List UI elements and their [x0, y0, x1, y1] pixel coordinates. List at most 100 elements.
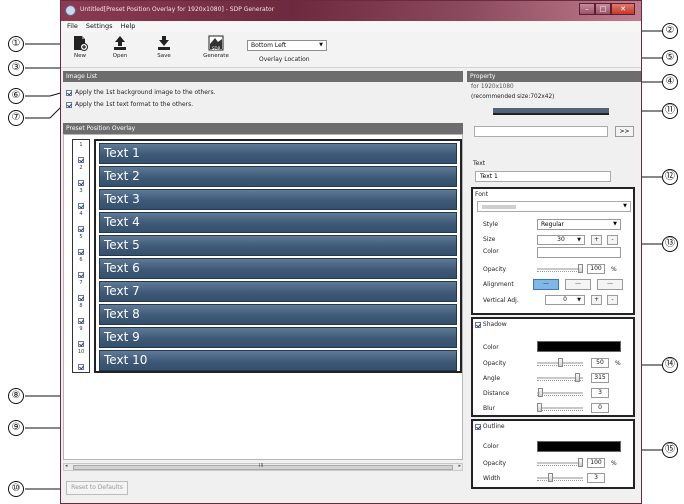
apply-background-option[interactable]: Apply the 1st background image to the ot…: [66, 89, 216, 96]
shadow-distance-slider[interactable]: [537, 388, 583, 398]
open-button[interactable]: Open: [103, 35, 137, 67]
text-overlay-row-2[interactable]: Text 2: [99, 166, 457, 187]
apply-text-format-checkbox[interactable]: [66, 101, 72, 108]
image-path-field[interactable]: [474, 126, 608, 137]
apply-background-checkbox[interactable]: [66, 89, 72, 96]
text-overlay-row-6[interactable]: Text 6: [99, 258, 457, 279]
maximize-button[interactable]: □: [595, 3, 611, 15]
outline-width-value[interactable]: 3: [587, 473, 605, 483]
shadow-angle-value[interactable]: 315: [591, 373, 609, 383]
minimize-button[interactable]: –: [579, 3, 595, 15]
outline-opacity-slider[interactable]: [537, 458, 583, 468]
browse-button[interactable]: >>: [615, 126, 634, 137]
row-check[interactable]: [78, 271, 84, 278]
vertical-adj-plus-button[interactable]: +: [591, 295, 602, 305]
row-checkbox-8[interactable]: 8: [75, 303, 87, 324]
font-size-select[interactable]: 30 ▼: [537, 235, 585, 245]
font-size-minus-button[interactable]: -: [607, 235, 618, 245]
row-check[interactable]: [78, 179, 84, 186]
font-family-select[interactable]: ▼: [477, 201, 631, 212]
row-check[interactable]: [78, 294, 84, 301]
row-checkbox-5[interactable]: 5: [75, 234, 87, 255]
target-resolution: for 1920x1080: [471, 84, 514, 90]
align-left-button[interactable]: ---: [533, 279, 559, 290]
shadow-checkbox[interactable]: [475, 321, 481, 328]
row-checkbox-6[interactable]: 6: [75, 257, 87, 278]
menu-help[interactable]: Help: [121, 21, 136, 32]
text-overlay-row-9[interactable]: Text 9: [99, 327, 457, 348]
horizontal-scrollbar[interactable]: ◂ III ▸: [63, 463, 463, 471]
text-overlay-row-3[interactable]: Text 3: [99, 189, 457, 210]
row-check[interactable]: [78, 363, 84, 370]
row-checkbox-9[interactable]: 9: [75, 326, 87, 347]
font-size-plus-button[interactable]: +: [591, 235, 602, 245]
title-bar[interactable]: Untitled[Preset Position Overlay for 192…: [61, 1, 641, 21]
save-button[interactable]: Save: [147, 35, 181, 67]
font-style-select[interactable]: Regular ▼: [537, 219, 621, 230]
outline-width-slider[interactable]: [537, 473, 583, 483]
outline-toggle[interactable]: Outline: [475, 423, 505, 430]
text-overlay-row-8[interactable]: Text 8: [99, 304, 457, 325]
slider-knob[interactable]: [538, 388, 543, 397]
row-number: 8: [79, 303, 83, 309]
shadow-distance-value[interactable]: 3: [591, 388, 609, 398]
font-opacity-value[interactable]: 100: [587, 264, 605, 274]
shadow-blur-slider[interactable]: [537, 403, 583, 413]
scroll-left-icon[interactable]: ◂: [65, 463, 68, 469]
slider-knob[interactable]: [575, 373, 580, 382]
outline-checkbox[interactable]: [475, 423, 481, 430]
outline-color-swatch[interactable]: [537, 441, 621, 452]
shadow-color-label: Color: [483, 344, 499, 351]
menu-settings[interactable]: Settings: [86, 21, 113, 32]
text-input[interactable]: Text 1: [475, 171, 611, 182]
text-overlay-row-10[interactable]: Text 10: [99, 350, 457, 371]
slider-knob[interactable]: [537, 403, 542, 412]
shadow-angle-slider[interactable]: [537, 373, 583, 383]
row-checkbox-10[interactable]: 10: [75, 349, 87, 370]
shadow-blur-value[interactable]: 0: [591, 403, 609, 413]
font-color-swatch[interactable]: [537, 247, 621, 258]
row-check[interactable]: [78, 225, 84, 232]
callout-1: ①: [8, 36, 24, 52]
new-button[interactable]: New: [63, 35, 97, 67]
shadow-opacity-value[interactable]: 50: [591, 358, 609, 368]
align-center-button[interactable]: ---: [565, 279, 591, 290]
text-overlay-row-5[interactable]: Text 5: [99, 235, 457, 256]
slider-knob[interactable]: [558, 358, 563, 367]
row-checkbox-1[interactable]: 1: [75, 142, 87, 163]
callout-9: ⑨: [8, 420, 24, 436]
slider-knob[interactable]: [578, 458, 583, 467]
align-right-button[interactable]: ---: [597, 279, 623, 290]
row-check[interactable]: [78, 340, 84, 347]
row-check[interactable]: [78, 317, 84, 324]
outline-opacity-value[interactable]: 100: [587, 458, 605, 468]
row-check[interactable]: [78, 248, 84, 255]
row-checkbox-3[interactable]: 3: [75, 188, 87, 209]
vertical-adj-select[interactable]: 0 ▼: [545, 295, 585, 305]
menu-file[interactable]: File: [67, 21, 78, 32]
slider-ticks: [537, 465, 583, 467]
generate-button[interactable]: SDP Generate: [196, 35, 236, 67]
slider-knob[interactable]: [578, 264, 583, 273]
reset-to-defaults-button[interactable]: Reset to Defaults: [66, 481, 128, 495]
shadow-color-swatch[interactable]: [537, 341, 621, 352]
row-checkbox-2[interactable]: 2: [75, 165, 87, 186]
text-overlay-row-1[interactable]: Text 1: [99, 143, 457, 164]
text-overlay-row-4[interactable]: Text 4: [99, 212, 457, 233]
font-opacity-slider[interactable]: [537, 264, 583, 274]
style-label: Style: [483, 221, 499, 228]
row-check[interactable]: [78, 202, 84, 209]
slider-knob[interactable]: [548, 473, 553, 482]
shadow-opacity-slider[interactable]: [537, 358, 583, 368]
vertical-adj-minus-button[interactable]: -: [607, 295, 618, 305]
shadow-toggle[interactable]: Shadow: [475, 321, 507, 328]
overlay-location-select[interactable]: Bottom Left ▼: [247, 40, 327, 51]
apply-text-format-option[interactable]: Apply the 1st text format to the others.: [66, 101, 193, 108]
row-checkbox-7[interactable]: 7: [75, 280, 87, 301]
callout-2: ②: [662, 23, 678, 39]
row-checkbox-4[interactable]: 4: [75, 211, 87, 232]
close-button[interactable]: ✕: [611, 3, 635, 15]
text-overlay-row-7[interactable]: Text 7: [99, 281, 457, 302]
row-check[interactable]: [78, 156, 84, 163]
scroll-right-icon[interactable]: ▸: [458, 463, 461, 469]
